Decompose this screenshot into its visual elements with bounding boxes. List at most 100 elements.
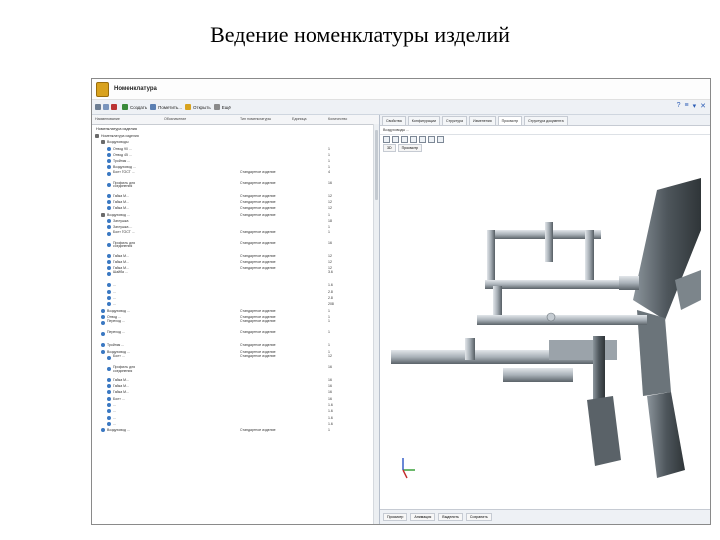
part-icon [107,218,111,223]
row-type: Стандартное изделие [240,229,276,234]
part-icon [107,384,111,389]
mini-tab-3d[interactable]: 3D [383,144,396,152]
dropdown-icon[interactable]: ▾ [693,102,697,110]
duct-bottom-block [587,396,621,466]
duct-middle-right-elbow [619,276,639,290]
col-type[interactable]: Тип номенклатуры [240,117,271,121]
tree-rows: Номенклатура изделия Воздуховоды Отвод 90 … [92,133,379,434]
tree-scrollbar[interactable] [373,124,379,524]
tool-icons[interactable] [95,104,119,110]
save-icon[interactable] [103,104,109,110]
col-unit[interactable]: Единица [292,117,307,121]
create-icon [122,104,128,110]
zoom-icon[interactable] [410,136,417,143]
col-designation[interactable]: Обозначение [164,117,186,121]
menu-icon[interactable]: ≡ [685,102,689,110]
table-row[interactable]: Болт ГОСТ ... Стандартное изделие 4 [92,169,379,182]
extra-button[interactable]: Ещё [213,104,231,110]
part-icon [107,266,111,271]
row-name: Болт ГОСТ ... [113,169,135,174]
delete-icon[interactable] [111,104,117,110]
part-icon [107,289,111,294]
fit-icon[interactable] [419,136,426,143]
app-title: Номенклатура [114,86,157,92]
part-icon [107,206,111,211]
bottom-tab[interactable]: Просмотр [383,513,408,521]
part-icon [107,182,111,187]
close-icon[interactable]: ✕ [700,102,706,110]
row-quantity: 16 [328,180,332,185]
3d-viewport[interactable] [385,160,706,508]
part-icon [107,146,111,151]
viewer-tab[interactable]: Изменения [469,116,496,125]
viewer-tabs: Свойства Конфигурации Структура Изменения Пр… [380,115,710,126]
row-quantity: 1 [328,428,330,433]
table-row[interactable]: Шайба ... 3.6 [92,271,379,282]
duct-vertical-dark [593,336,605,406]
row-name-cell: Болт ... [107,354,153,360]
viewer-tab[interactable]: Структура документа [524,116,568,125]
part-icon [107,296,111,301]
row-name-cell: Переход ... [101,330,147,337]
viewer-tab[interactable]: Конфигурации [407,116,440,125]
row-name-cell: Переход ... [101,319,147,326]
duct-flange [546,312,556,322]
part-icon [107,390,111,395]
scroll-thumb[interactable] [375,130,378,200]
row-name-cell: Профиль для соединения [107,181,153,189]
row-type: Стандартное изделие [240,169,276,174]
pan-icon[interactable] [401,136,408,143]
table-row[interactable]: Профиль для соединения 16 [92,364,379,377]
table-row[interactable]: Переход ... Стандартное изделие 1 [92,320,379,331]
table-row[interactable]: Болт ... Стандартное изделие 12 [92,354,379,366]
row-type: Стандартное изделие [240,180,276,185]
row-type: Стандартное изделие [240,428,276,433]
part-icon [107,200,111,205]
assembly-icon [101,140,105,145]
rotate-icon[interactable] [392,136,399,143]
part-icon [107,396,111,401]
open-button[interactable]: Открыть [185,104,211,110]
part-icon [101,314,105,319]
row-type: Стандартное изделие [240,240,276,245]
assembly-icon [101,212,105,217]
bottom-tab[interactable]: Анимация [410,513,436,521]
col-name[interactable]: Наименование [95,117,120,121]
row-name-cell: Профиль для соединения [107,241,153,249]
row-quantity: 1 [328,330,330,335]
column-header: Наименование Обозначение Тип номенклатур… [92,115,379,125]
mini-tab-preview[interactable]: Просмотр [397,144,423,152]
help-icon[interactable]: ? [677,102,681,110]
slide-title: Ведение номенклатуры изделий [210,22,510,47]
bottom-tab[interactable]: Сохранить [465,513,492,521]
table-row[interactable]: Профиль для соединения Стандартное издели… [92,180,379,193]
create-button[interactable]: Создать [122,104,147,110]
set-deleted-button[interactable]: Пометить... [150,104,182,110]
table-row[interactable]: Болт ГОСТ ... Стандартное изделие 1 [92,229,379,242]
more-icon [213,104,220,110]
bottom-tab[interactable]: Выделить [438,513,463,521]
part-icon [101,343,105,348]
row-name: Переход ... [107,330,125,335]
table-row[interactable]: Профиль для соединения Стандартное издели… [92,240,379,253]
col-quantity[interactable]: Количество [328,117,347,121]
part-icon [107,355,111,360]
tree-header[interactable]: Номенклатура изделия [92,125,379,133]
measure-icon[interactable] [437,136,444,143]
viewer-panel: Свойства Конфигурации Структура Изменения Пр… [380,115,710,524]
row-name: Переход ... [107,319,125,324]
viewer-tab[interactable]: Свойства [382,116,406,125]
section-icon[interactable] [428,136,435,143]
row-name: Профиль для соединения [113,364,136,373]
open-label: Открыть [193,104,211,110]
viewer-tab[interactable]: Структура [441,116,468,125]
row-name: Воздуховод ... [107,428,130,433]
table-row[interactable]: Переход ... Стандартное изделие 1 [92,331,379,342]
select-icon[interactable] [383,136,390,143]
mark-icon [150,104,157,110]
back-icon[interactable] [95,104,101,110]
table-row[interactable]: Воздуховод ... Стандартное изделие 1 [92,427,379,433]
main-toolbar: Создать Пометить... Открыть Ещё ? ≡ ▾ ✕ [92,100,710,115]
viewer-tab[interactable]: Просмотр [497,116,523,125]
main-duct-lower [647,392,685,478]
